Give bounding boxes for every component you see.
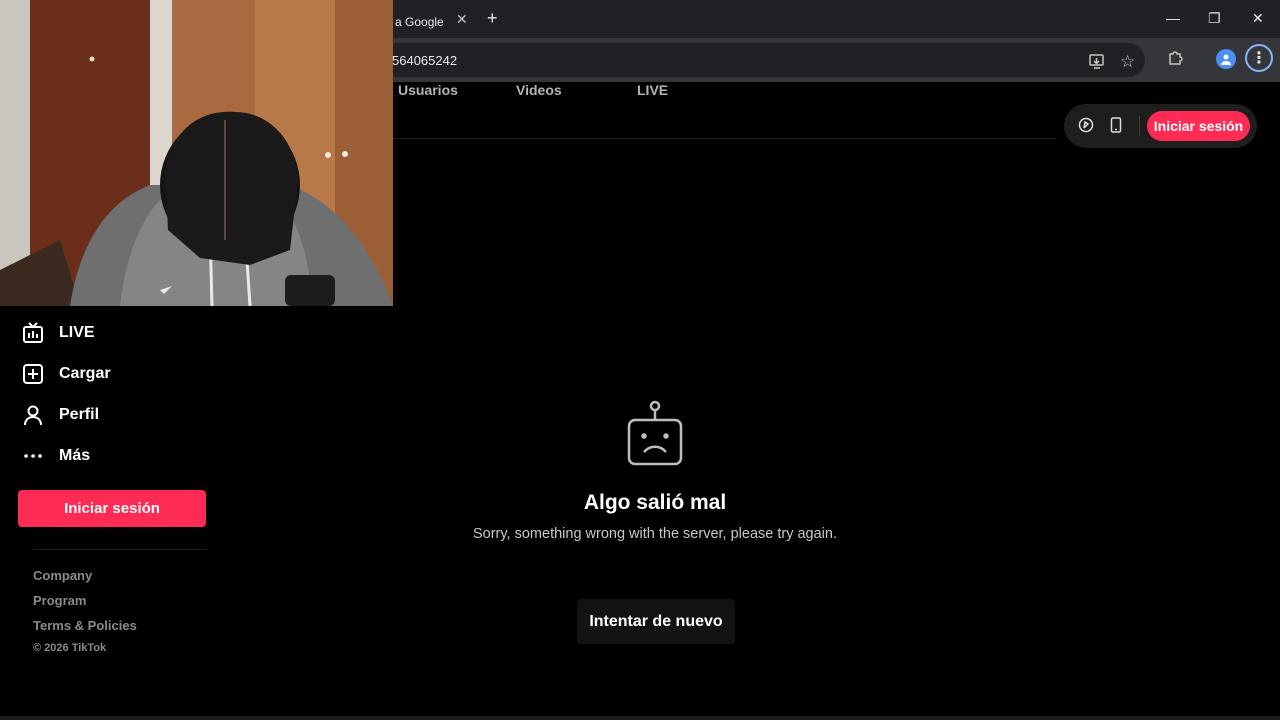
footer-link-terms[interactable]: Terms & Policies [33,618,137,633]
tab-close-icon[interactable]: ✕ [456,11,468,28]
sidebar-item-label: Más [59,447,91,464]
tab-usuarios[interactable]: Usuarios [398,82,458,98]
bookmark-star-icon[interactable]: ☆ [1120,52,1135,72]
extensions-icon[interactable] [1167,49,1184,70]
tab-title: a Google [395,15,444,29]
tab-videos[interactable]: Videos [516,82,562,98]
sidebar-item-label: LIVE [59,324,95,341]
sidebar-item-more[interactable]: Más [22,444,90,468]
header-login-button[interactable]: Iniciar sesión [1147,111,1250,141]
sidebar-divider [33,549,207,550]
profile-icon [22,404,44,426]
retry-button[interactable]: Intentar de nuevo [577,599,735,644]
error-title: Algo salió mal [583,491,727,514]
sad-robot-icon [626,400,684,468]
mobile-icon[interactable] [1108,117,1124,133]
error-message: Sorry, something wrong with the server, … [472,526,837,542]
webcam-video-overlay [0,0,393,306]
new-tab-button[interactable]: + [487,8,498,29]
sidebar-item-label: Perfil [59,406,100,423]
more-icon [22,445,44,467]
footer-link-program[interactable]: Program [33,593,86,608]
live-icon [22,322,44,344]
close-window-button[interactable]: ✕ [1252,10,1264,27]
minimize-button[interactable]: — [1166,10,1180,26]
sidebar-item-live[interactable]: LIVE [22,321,95,345]
sidebar-item-upload[interactable]: Cargar [22,362,111,386]
bottom-edge [0,716,1280,720]
coin-icon[interactable] [1078,117,1094,133]
upload-icon [22,363,44,385]
restore-button[interactable]: ❐ [1208,10,1221,27]
sidebar-item-profile[interactable]: Perfil [22,403,99,427]
profile-icon[interactable] [1216,49,1236,69]
browser-tab[interactable]: a Google ✕ [380,6,472,38]
pill-separator [1139,116,1140,136]
copyright-text: © 2026 TikTok [33,642,107,654]
tab-live[interactable]: LIVE [637,82,668,98]
header-actions: Iniciar sesión [1064,104,1257,148]
url-text: 564065242 [392,53,458,68]
install-icon[interactable] [1089,54,1106,73]
menu-icon[interactable]: ⋮ [1245,44,1273,72]
tabs-divider [393,138,1056,139]
footer-link-company[interactable]: Company [33,568,92,583]
sidebar-item-label: Cargar [59,365,111,382]
sidebar-login-button[interactable]: Iniciar sesión [18,490,206,527]
